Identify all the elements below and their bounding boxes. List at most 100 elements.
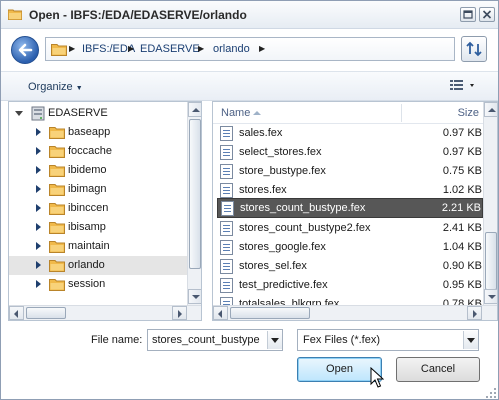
scroll-down-button[interactable]	[188, 289, 201, 304]
scroll-left-button[interactable]	[9, 306, 24, 320]
file-row[interactable]: stores_google.fex 1.04 KB	[217, 238, 483, 257]
file-vertical-scrollbar[interactable]	[483, 102, 497, 305]
tree-item-session[interactable]: session	[9, 275, 187, 294]
fex-file-icon	[220, 259, 233, 274]
tree-item-edaserve[interactable]: EDASERVE	[9, 104, 187, 123]
collapsed-arrow-icon[interactable]	[36, 280, 41, 288]
file-name-input[interactable]	[148, 330, 266, 350]
scroll-thumb[interactable]	[189, 119, 201, 269]
column-size[interactable]: Size	[458, 107, 479, 119]
tree-item-ibisamp[interactable]: ibisamp	[9, 218, 187, 237]
close-button[interactable]	[479, 7, 495, 22]
file-name: select_stores.fex	[239, 146, 322, 158]
restore-button[interactable]	[460, 7, 476, 22]
arrow-right-icon	[473, 310, 477, 318]
expanded-arrow-icon[interactable]	[15, 111, 23, 116]
breadcrumb-separator-icon[interactable]: ▶	[198, 44, 204, 53]
fex-file-icon	[220, 183, 233, 198]
file-name-combobox[interactable]	[147, 329, 283, 351]
file-type-select[interactable]: Fex Files (*.fex)	[297, 329, 479, 351]
tree-label: orlando	[68, 259, 105, 271]
open-dialog: Open - IBFS:/EDA/EDASERVE/orlando ▶ IBFS…	[0, 0, 499, 400]
breadcrumb-separator-icon[interactable]: ▶	[69, 44, 75, 53]
tree-horizontal-scrollbar[interactable]	[9, 305, 201, 320]
file-row[interactable]: store_bustype.fex 0.75 KB	[217, 162, 483, 181]
file-row[interactable]: stores_sel.fex 0.90 KB	[217, 257, 483, 276]
file-row[interactable]: test_predictive.fex 0.95 KB	[217, 276, 483, 295]
column-divider[interactable]	[401, 104, 402, 122]
file-name: stores_count_bustype2.fex	[239, 222, 371, 234]
folder-icon	[49, 165, 65, 177]
collapsed-arrow-icon[interactable]	[36, 128, 41, 136]
refresh-button[interactable]	[461, 36, 487, 62]
tree-item-ibinccen[interactable]: ibinccen	[9, 199, 187, 218]
address-bar[interactable]: ▶ IBFS:/EDA ▶ EDASERVE ▶ orlando ▶	[45, 37, 455, 61]
file-list[interactable]: Name Size sales.fex 0.97 KB select_stores…	[212, 101, 498, 321]
file-size: 0.75 KB	[442, 165, 482, 177]
folder-icon	[49, 279, 65, 291]
chevron-down-icon	[271, 338, 279, 343]
refresh-icon	[466, 41, 482, 57]
scroll-right-button[interactable]	[467, 306, 482, 320]
breadcrumb-orlando[interactable]: orlando	[213, 43, 250, 55]
collapsed-arrow-icon[interactable]	[36, 242, 41, 250]
file-row[interactable]: sales.fex 0.97 KB	[217, 124, 483, 143]
file-name: test_predictive.fex	[239, 279, 328, 291]
file-row[interactable]: stores_count_bustype2.fex 2.41 KB	[217, 219, 483, 238]
arrow-down-icon	[488, 295, 496, 299]
tree-vertical-scrollbar[interactable]	[187, 102, 201, 305]
toolbar: Organize ▼	[1, 71, 498, 101]
scroll-thumb[interactable]	[485, 232, 497, 290]
file-row[interactable]: select_stores.fex 0.97 KB	[217, 143, 483, 162]
scroll-left-button[interactable]	[213, 306, 228, 320]
collapsed-arrow-icon[interactable]	[36, 204, 41, 212]
tree-label: ibisamp	[68, 221, 106, 233]
sort-ascending-icon	[253, 111, 261, 115]
tree-item-orlando[interactable]: orlando	[9, 256, 187, 275]
back-button[interactable]	[11, 36, 39, 64]
column-name[interactable]: Name	[221, 107, 250, 119]
file-name-dropdown-button[interactable]	[267, 331, 282, 349]
file-name-label: File name:	[91, 334, 143, 346]
window-title: Open - IBFS:/EDA/EDASERVE/orlando	[29, 8, 247, 22]
collapsed-arrow-icon[interactable]	[36, 185, 41, 193]
fex-file-icon	[220, 164, 233, 179]
collapsed-arrow-icon[interactable]	[36, 223, 41, 231]
scroll-thumb[interactable]	[26, 307, 66, 319]
tree-label: maintain	[68, 240, 110, 252]
tree-label: ibinccen	[68, 202, 109, 214]
folder-icon	[49, 203, 65, 215]
collapsed-arrow-icon[interactable]	[36, 147, 41, 155]
collapsed-arrow-icon[interactable]	[36, 261, 41, 269]
scroll-down-button[interactable]	[484, 289, 497, 304]
back-arrow-icon	[18, 43, 33, 57]
file-type-dropdown-button[interactable]	[463, 331, 478, 349]
file-horizontal-scrollbar[interactable]	[213, 305, 497, 320]
folder-tree[interactable]: EDASERVE baseapp foccache ibidemo ibimag…	[8, 101, 202, 321]
breadcrumb-edaserve[interactable]: EDASERVE	[140, 43, 200, 55]
file-row-selected[interactable]: stores_count_bustype.fex 2.21 KB	[217, 198, 483, 218]
folder-icon	[49, 184, 65, 196]
tree-item-foccache[interactable]: foccache	[9, 142, 187, 161]
scroll-up-button[interactable]	[188, 102, 201, 117]
breadcrumb-separator-icon[interactable]: ▶	[259, 44, 265, 53]
view-menu-button[interactable]	[449, 79, 477, 96]
scroll-right-button[interactable]	[172, 306, 187, 320]
folder-icon	[51, 44, 67, 56]
resize-grip-icon[interactable]	[485, 387, 497, 399]
tree-item-ibimagn[interactable]: ibimagn	[9, 180, 187, 199]
scroll-up-button[interactable]	[484, 102, 497, 117]
tree-item-baseapp[interactable]: baseapp	[9, 123, 187, 142]
collapsed-arrow-icon[interactable]	[36, 166, 41, 174]
cancel-button[interactable]: Cancel	[396, 357, 480, 382]
tree-item-maintain[interactable]: maintain	[9, 237, 187, 256]
scroll-thumb[interactable]	[230, 307, 310, 319]
pane-splitter[interactable]	[202, 101, 212, 321]
organize-menu[interactable]: Organize ▼	[28, 81, 83, 93]
fex-file-icon	[220, 240, 233, 255]
file-size: 0.95 KB	[442, 279, 482, 291]
arrow-up-icon	[488, 108, 496, 112]
tree-item-ibidemo[interactable]: ibidemo	[9, 161, 187, 180]
fex-file-icon	[221, 201, 234, 216]
breadcrumb-separator-icon[interactable]: ▶	[128, 44, 134, 53]
